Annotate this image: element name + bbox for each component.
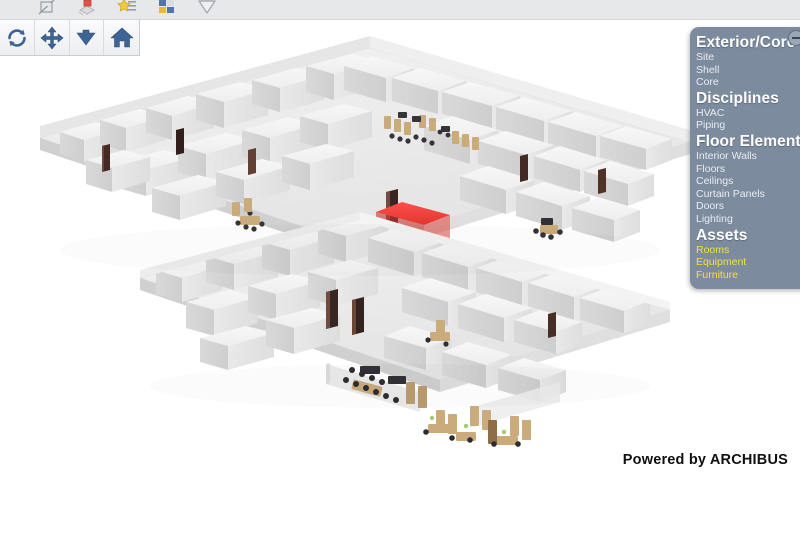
color-legend-icon[interactable] xyxy=(156,0,178,18)
legend-item-site[interactable]: Site xyxy=(690,51,800,64)
legend-item-curtain-panels[interactable]: Curtain Panels xyxy=(690,188,800,201)
isolate-selected-icon[interactable] xyxy=(76,0,98,18)
highlight-icon[interactable] xyxy=(116,0,138,18)
legend-item-floors[interactable]: Floors xyxy=(690,163,800,176)
minus-icon xyxy=(792,37,800,39)
toolbar-icon-group xyxy=(36,0,218,18)
legend-group-title-exterior-core: Exterior/Core xyxy=(696,34,796,51)
select-check-icon[interactable] xyxy=(196,0,218,18)
legend-item-ceilings[interactable]: Ceilings xyxy=(690,175,800,188)
home-button[interactable] xyxy=(104,20,139,55)
legend-group-title-disciplines: Disciplines xyxy=(696,89,779,107)
home-icon xyxy=(110,27,133,47)
pan-button[interactable] xyxy=(34,20,70,55)
rotate-icon xyxy=(8,28,26,47)
legend-item-rooms[interactable]: Rooms xyxy=(690,244,800,257)
layers-legend-panel[interactable]: Exterior/Core Site Shell Core Discipline… xyxy=(690,27,800,290)
branding-label: Powered by ARCHIBUS xyxy=(622,452,788,468)
legend-group-title-floor-elements: Floor Elements xyxy=(696,132,800,150)
legend-collapse-button[interactable] xyxy=(788,30,800,46)
legend-item-equipment[interactable]: Equipment xyxy=(690,256,800,269)
archibus-3d-viewer: Exterior/Core Site Shell Core Discipline… xyxy=(0,0,800,534)
legend-item-doors[interactable]: Doors xyxy=(690,200,800,213)
top-toolbar xyxy=(0,0,800,20)
zoom-button[interactable] xyxy=(69,20,105,55)
legend-item-lighting[interactable]: Lighting xyxy=(690,213,800,226)
legend-group-title-assets: Assets xyxy=(696,226,748,244)
legend-item-piping[interactable]: Piping xyxy=(690,119,800,132)
legend-item-hvac[interactable]: HVAC xyxy=(690,107,800,120)
legend-item-core[interactable]: Core xyxy=(690,76,800,89)
rotate-button[interactable] xyxy=(0,20,35,55)
legend-item-shell[interactable]: Shell xyxy=(690,64,800,77)
down-arrow-icon xyxy=(77,29,96,45)
pan-icon xyxy=(40,26,63,49)
navigation-toolbar xyxy=(0,20,140,56)
hide-selected-icon[interactable] xyxy=(36,0,58,18)
legend-item-interior-walls[interactable]: Interior Walls xyxy=(690,150,800,163)
legend-item-furniture[interactable]: Furniture xyxy=(690,269,800,282)
